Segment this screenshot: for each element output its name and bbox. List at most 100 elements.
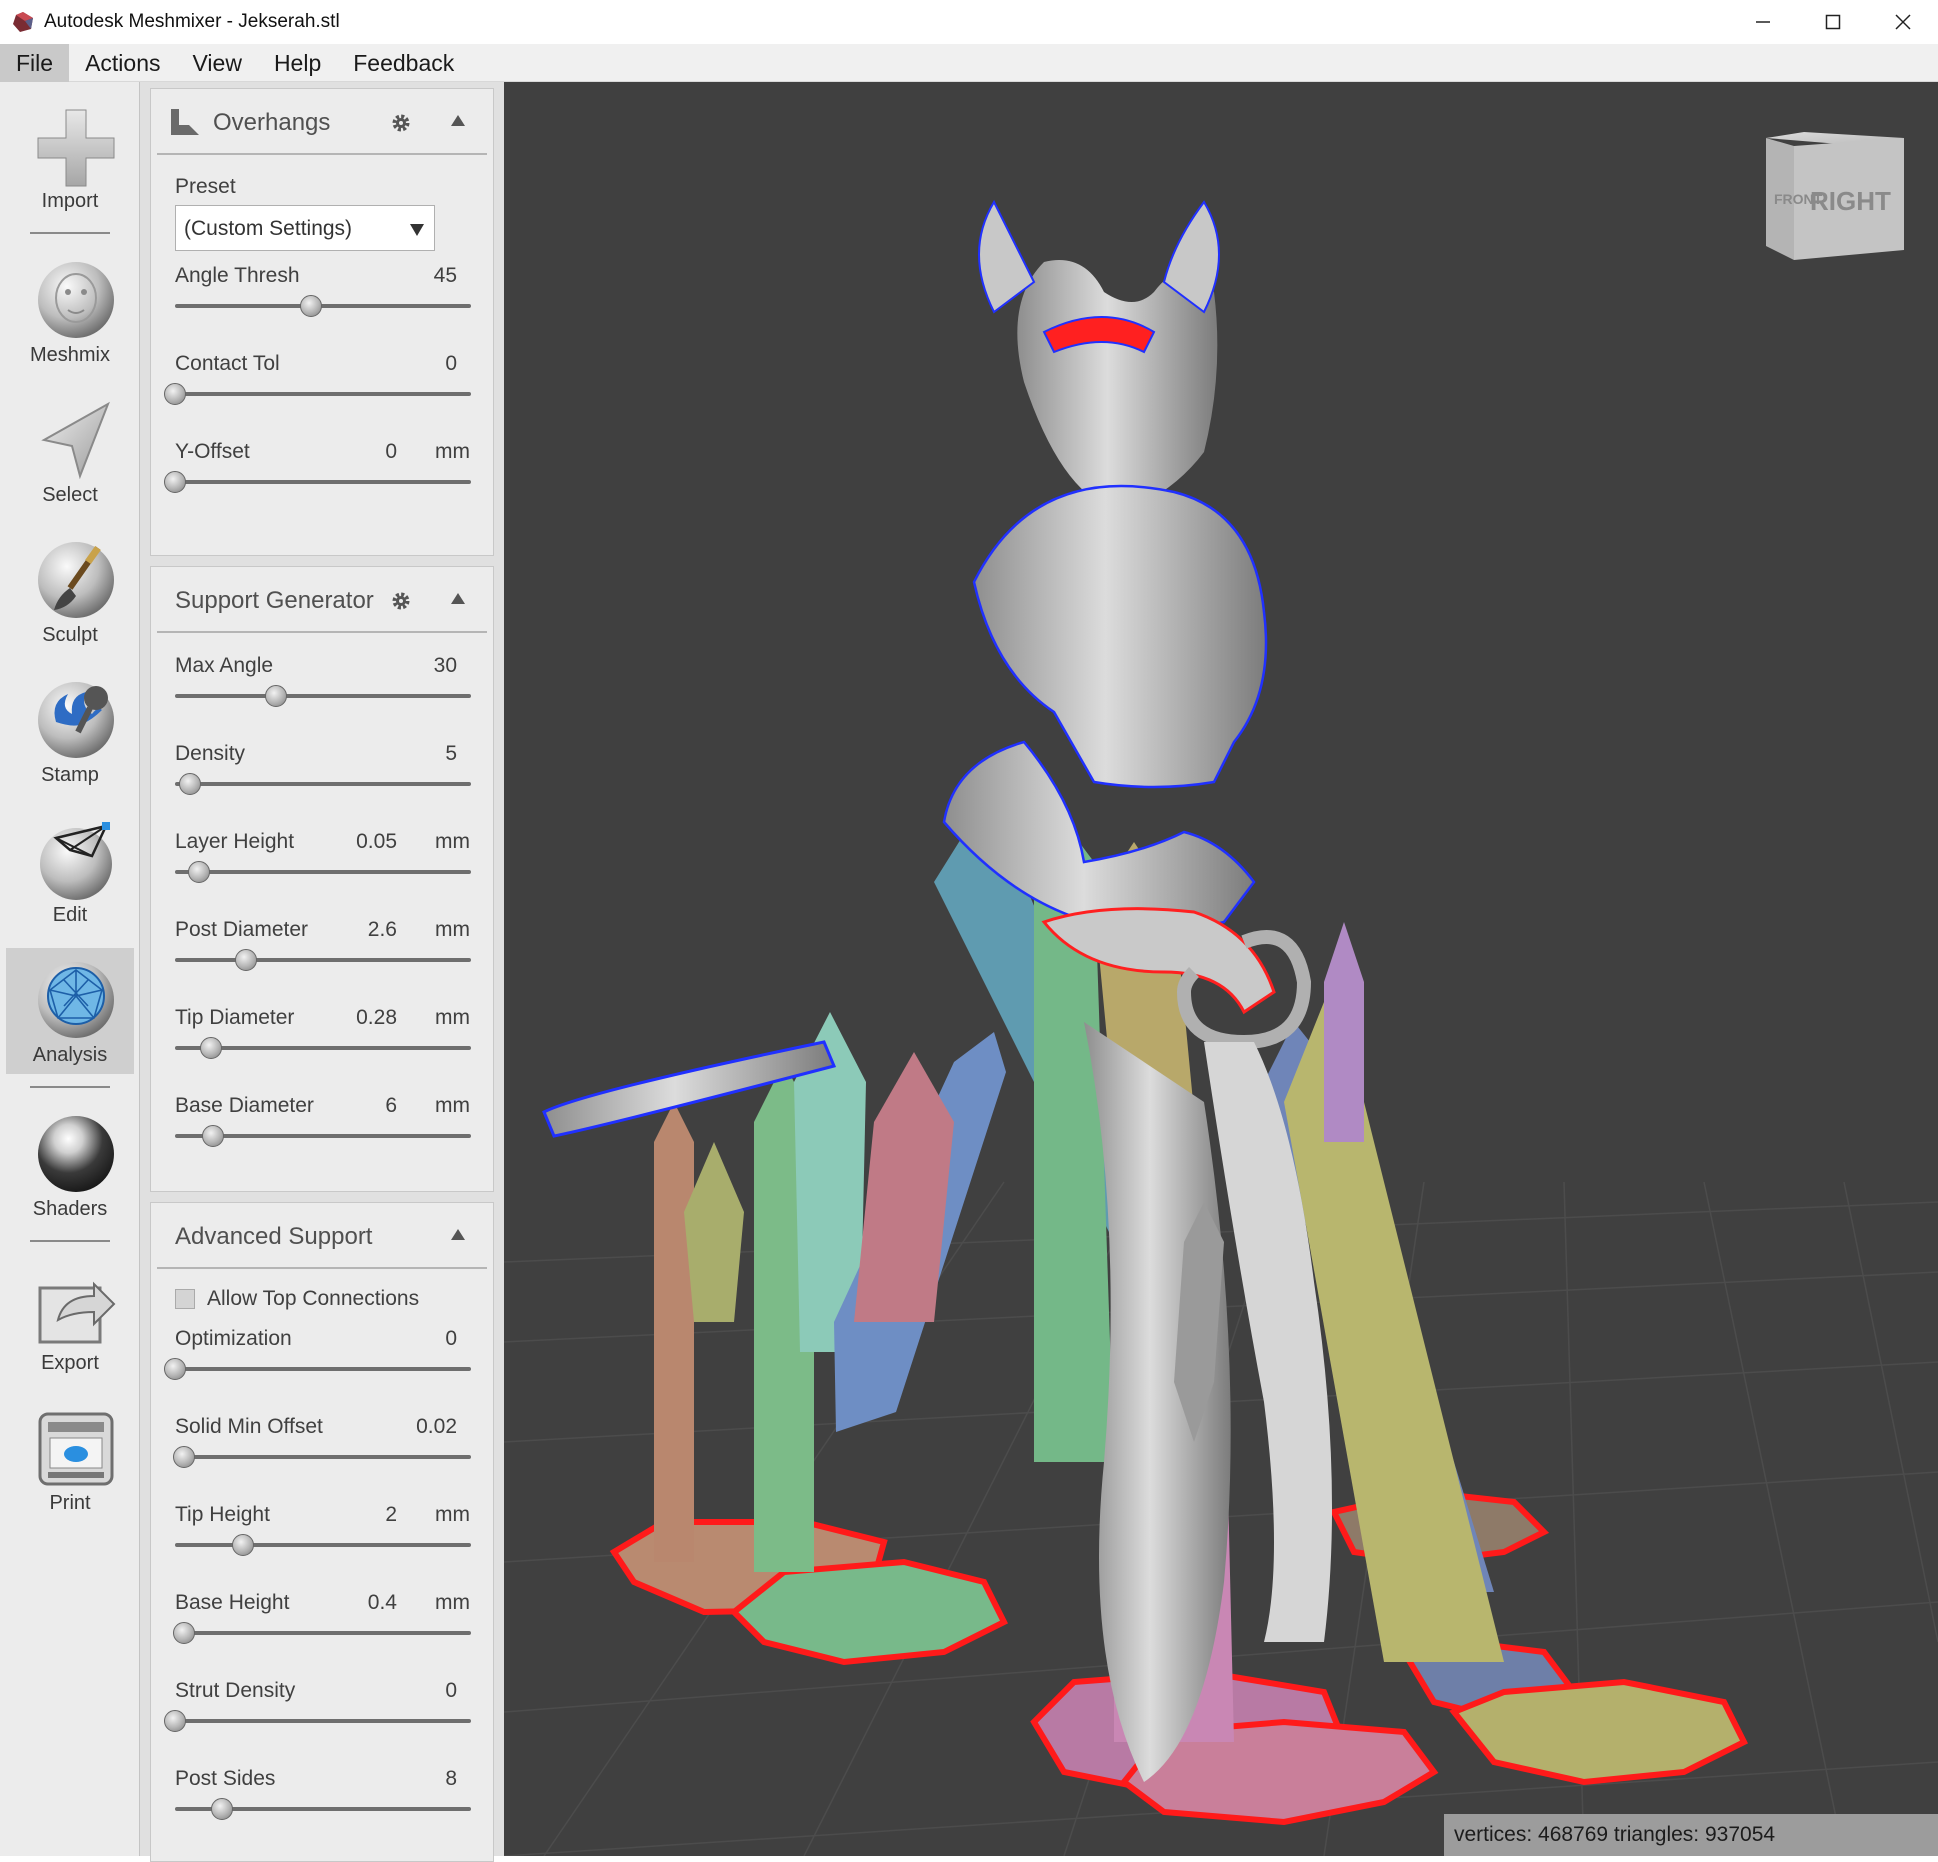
edit-tool-button[interactable]: Edit	[6, 808, 134, 934]
print-label: Print	[49, 1492, 91, 1514]
analysis-tool-button[interactable]: Analysis	[6, 948, 134, 1074]
base-diameter-slider[interactable]	[175, 1125, 471, 1147]
base-diameter-unit: mm	[435, 1094, 470, 1117]
max-angle-label: Max Angle	[175, 654, 274, 677]
advanced-support-header[interactable]: Advanced Support	[157, 1203, 487, 1269]
overhangs-panel: Overhangs Preset (Custom Settings) Angle…	[150, 88, 494, 556]
support-generator-title: Support Generator	[175, 587, 374, 614]
menu-help[interactable]: Help	[258, 44, 337, 82]
menu-actions[interactable]: Actions	[69, 44, 176, 82]
post-diameter-label: Post Diameter	[175, 918, 309, 941]
overhangs-title: Overhangs	[213, 109, 331, 136]
export-label: Export	[41, 1352, 99, 1374]
base-diameter-label: Base Diameter	[175, 1094, 314, 1117]
slider-knob[interactable]	[164, 1710, 186, 1732]
slider-knob[interactable]	[172, 1446, 195, 1468]
post-sides-slider[interactable]	[175, 1798, 471, 1820]
base-height-slider[interactable]	[172, 1622, 471, 1644]
preset-label: Preset	[175, 175, 236, 198]
scene-render[interactable]: FRONT RIGHT	[504, 82, 1938, 1856]
menu-file[interactable]: File	[0, 43, 70, 82]
support-generator-header[interactable]: Support Generator	[157, 567, 487, 633]
allow-top-connections-label: Allow Top Connections	[207, 1287, 420, 1310]
angle-thresh-slider[interactable]	[175, 295, 471, 317]
allow-top-connections-checkbox[interactable]	[175, 1289, 195, 1309]
solid-min-offset-label: Solid Min Offset	[175, 1415, 323, 1438]
slider-knob[interactable]	[199, 1037, 222, 1059]
slider-knob[interactable]	[232, 1534, 255, 1556]
select-label: Select	[42, 484, 98, 506]
slider-knob[interactable]	[264, 685, 287, 707]
sculpt-tool-button[interactable]: Sculpt	[6, 528, 134, 654]
slider-knob[interactable]	[187, 861, 210, 883]
density-slider[interactable]	[175, 773, 471, 795]
tip-height-slider[interactable]	[175, 1534, 471, 1556]
import-tool-button[interactable]: Import	[6, 94, 134, 220]
strut-density-slider[interactable]	[164, 1710, 471, 1732]
menu-feedback[interactable]: Feedback	[337, 44, 470, 82]
print-tool-button[interactable]: Print	[6, 1396, 134, 1522]
layer-height-value: 0.05	[356, 830, 397, 853]
shaders-tool-button[interactable]: Shaders	[6, 1102, 134, 1228]
collapse-arrow-icon[interactable]	[451, 593, 465, 604]
slider-knob[interactable]	[300, 295, 323, 317]
stamp-tool-button[interactable]: Stamp	[6, 668, 134, 794]
view-cube-right[interactable]: RIGHT	[1810, 186, 1891, 216]
minimize-button[interactable]	[1728, 0, 1798, 44]
select-tool-button[interactable]: Select	[6, 388, 134, 514]
meshmix-tool-button[interactable]: Meshmix	[6, 248, 134, 374]
view-cube[interactable]: FRONT RIGHT	[1766, 132, 1904, 260]
slider-knob[interactable]	[235, 949, 258, 971]
slider-knob[interactable]	[164, 383, 186, 405]
collapse-arrow-icon[interactable]	[451, 1229, 465, 1240]
export-tool-button[interactable]: Export	[6, 1256, 134, 1382]
density-value: 5	[445, 742, 457, 765]
gear-icon[interactable]	[391, 113, 411, 133]
tip-diameter-slider[interactable]	[175, 1037, 471, 1059]
menu-view[interactable]: View	[177, 44, 258, 82]
support-generator-panel: Support Generator Max Angle 30 Density 5…	[150, 566, 494, 1192]
contact-tol-slider[interactable]	[164, 383, 471, 405]
close-button[interactable]	[1868, 0, 1938, 44]
close-icon	[1895, 14, 1911, 30]
solid-min-offset-slider[interactable]	[172, 1446, 471, 1468]
angle-thresh-label: Angle Thresh	[175, 264, 300, 287]
advanced-support-panel: Advanced Support Allow Top Connections O…	[150, 1202, 494, 1862]
collapse-arrow-icon[interactable]	[451, 115, 465, 126]
optimization-slider[interactable]	[164, 1358, 471, 1380]
post-diameter-slider[interactable]	[175, 949, 471, 971]
sculpt-label: Sculpt	[42, 624, 98, 646]
preset-dropdown[interactable]: (Custom Settings)	[175, 205, 435, 251]
overhangs-panel-header[interactable]: Overhangs	[157, 89, 487, 155]
tip-diameter-label: Tip Diameter	[175, 1006, 295, 1029]
max-angle-value: 30	[433, 654, 457, 677]
slider-knob[interactable]	[178, 773, 201, 795]
optimization-value: 0	[445, 1327, 457, 1350]
3d-viewport[interactable]: FRONT RIGHT vertices: 468769 triangles: …	[504, 82, 1938, 1856]
layer-height-unit: mm	[435, 830, 470, 853]
minimize-icon	[1756, 21, 1770, 23]
base-height-label: Base Height	[175, 1591, 290, 1614]
slider-knob[interactable]	[202, 1125, 225, 1147]
layer-height-label: Layer Height	[175, 830, 295, 853]
slider-knob[interactable]	[164, 471, 186, 493]
overhang-icon	[171, 109, 199, 135]
analysis-icon	[38, 962, 114, 1038]
slider-knob[interactable]	[211, 1798, 234, 1820]
slider-knob[interactable]	[172, 1622, 195, 1644]
layer-height-slider[interactable]	[175, 861, 471, 883]
base-diameter-value: 6	[385, 1094, 397, 1117]
y-offset-slider[interactable]	[164, 471, 471, 493]
max-angle-slider[interactable]	[175, 685, 471, 707]
maximize-button[interactable]	[1798, 0, 1868, 44]
y-offset-label: Y-Offset	[175, 440, 250, 463]
plus-icon	[37, 109, 115, 187]
title-bar: Autodesk Meshmixer - Jekserah.stl	[0, 0, 1938, 44]
gear-icon[interactable]	[391, 591, 411, 611]
slider-knob[interactable]	[164, 1358, 186, 1380]
stamp-icon	[38, 682, 114, 758]
brush-icon	[38, 542, 114, 618]
export-icon	[38, 1281, 116, 1344]
y-offset-value: 0	[385, 440, 397, 463]
import-label: Import	[41, 190, 99, 212]
